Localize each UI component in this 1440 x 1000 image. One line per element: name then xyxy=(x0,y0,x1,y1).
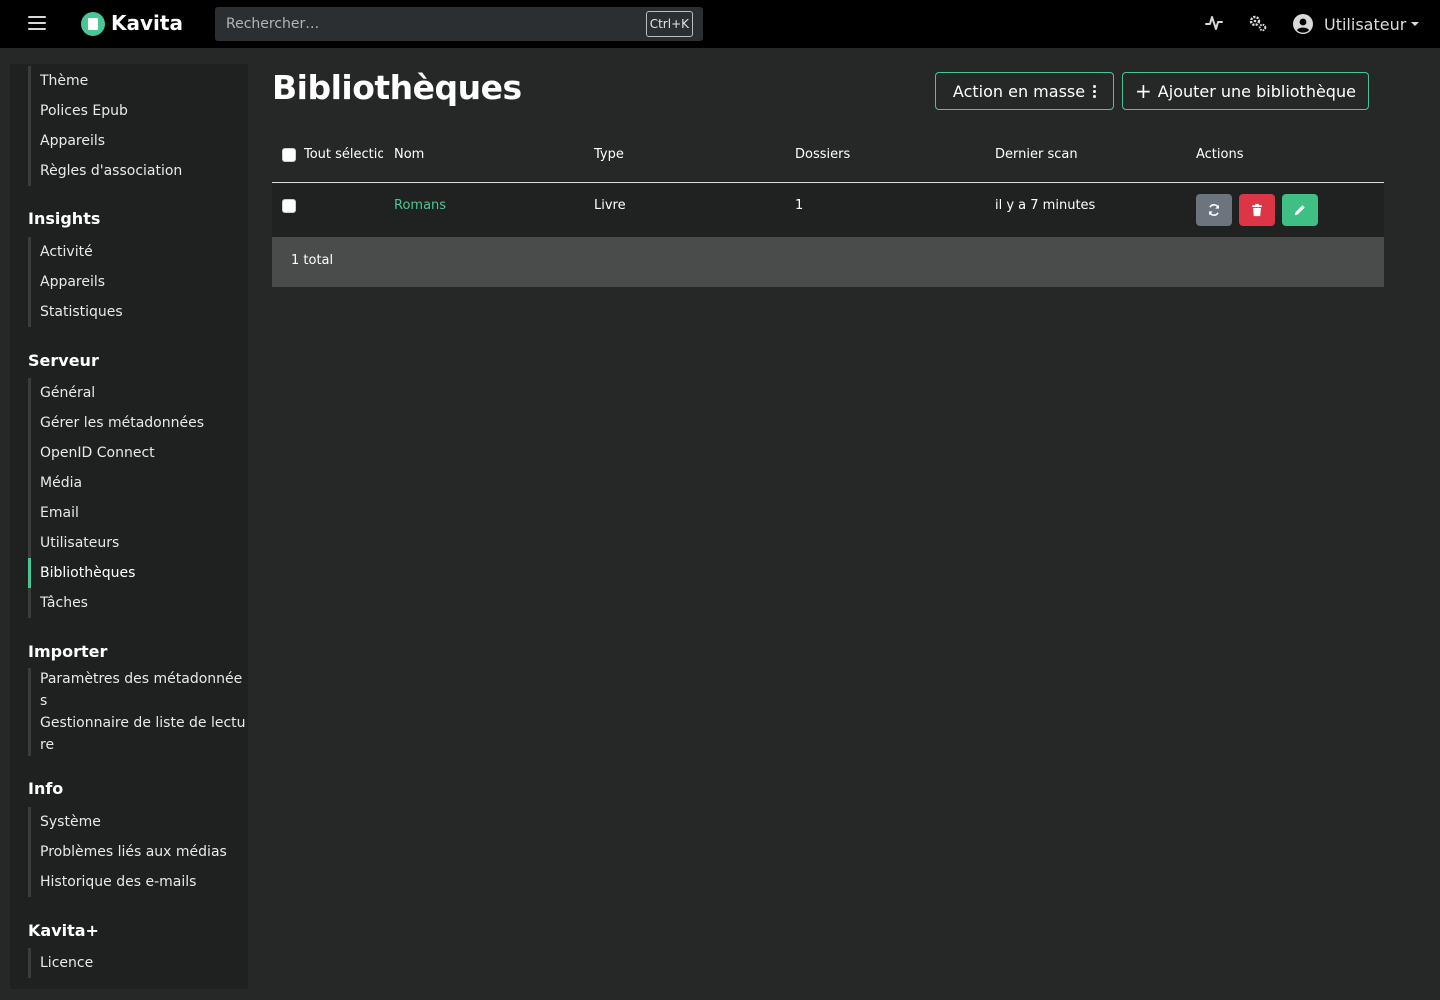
search-box: Ctrl+K xyxy=(215,7,703,41)
sidebar-item-devices[interactable]: Appareils xyxy=(31,126,182,156)
search-input[interactable] xyxy=(215,7,635,41)
edit-library-button[interactable] xyxy=(1282,194,1318,226)
sidebar-group-import: Paramètres des métadonnées Gestionnaire … xyxy=(28,668,246,756)
bulk-action-button[interactable]: Action en masse xyxy=(935,72,1114,110)
app-logo-text[interactable]: Kavita xyxy=(111,10,183,36)
library-last-scan: il y a 7 minutes xyxy=(995,198,1096,213)
libraries-table-header: Tout sélectionner Nom Type Dossiers Dern… xyxy=(272,128,1384,183)
sidebar-item-theme[interactable]: Thème xyxy=(31,66,182,96)
column-header-name[interactable]: Nom xyxy=(394,147,424,162)
sidebar-heading-kavita-plus: Kavita+ xyxy=(28,921,99,940)
sidebar-item-license[interactable]: Licence xyxy=(31,948,93,978)
refresh-icon xyxy=(1208,204,1220,216)
sidebar-item-insights-devices[interactable]: Appareils xyxy=(31,267,123,297)
sidebar-heading-server: Serveur xyxy=(28,351,99,370)
sidebar-item-general[interactable]: Général xyxy=(31,378,204,408)
sidebar-item-email-history[interactable]: Historique des e-mails xyxy=(31,867,227,897)
sidebar-item-openid-connect[interactable]: OpenID Connect xyxy=(31,438,204,468)
plus-icon: + xyxy=(1135,79,1152,103)
add-library-button[interactable]: + Ajouter une bibliothèque xyxy=(1122,72,1369,110)
sidebar-item-mapping-rules[interactable]: Règles d'association xyxy=(31,156,182,186)
cogs-icon[interactable] xyxy=(1248,13,1268,33)
sidebar-item-email[interactable]: Email xyxy=(31,498,204,528)
caret-down-icon xyxy=(1411,22,1420,26)
sidebar-item-metadata-settings[interactable]: Paramètres des métadonnées xyxy=(31,668,246,712)
user-name: Utilisateur xyxy=(1324,14,1407,34)
sidebar-heading-insights: Insights xyxy=(28,209,101,228)
sidebar-group-insights: Activité Appareils Statistiques xyxy=(28,237,123,327)
bulk-action-label: Action en masse xyxy=(952,81,1086,101)
sidebar-item-media-issues[interactable]: Problèmes liés aux médias xyxy=(31,837,227,867)
column-header-last-scan[interactable]: Dernier scan xyxy=(995,147,1078,162)
column-header-actions: Actions xyxy=(1196,147,1244,162)
column-header-folders[interactable]: Dossiers xyxy=(795,147,850,162)
search-shortcut-hint: Ctrl+K xyxy=(645,11,693,37)
library-type: Livre xyxy=(594,198,626,213)
user-circle-icon xyxy=(1293,14,1313,34)
sidebar-item-epub-fonts[interactable]: Polices Epub xyxy=(31,96,182,126)
sidebar-group-kavita-plus: Licence xyxy=(28,948,93,978)
column-header-type[interactable]: Type xyxy=(594,147,624,162)
kebab-menu-icon xyxy=(1093,84,1097,98)
sidebar-heading-import: Importer xyxy=(28,642,108,661)
sidebar-item-manage-metadata[interactable]: Gérer les métadonnées xyxy=(31,408,204,438)
sidebar-group-top: Thème Polices Epub Appareils Règles d'as… xyxy=(28,66,182,186)
sidebar-group-server: Général Gérer les métadonnées OpenID Con… xyxy=(28,378,204,618)
sidebar-item-media[interactable]: Média xyxy=(31,468,204,498)
sidebar-group-info: Système Problèmes liés aux médias Histor… xyxy=(28,807,227,897)
trash-icon xyxy=(1252,203,1262,217)
sidebar-item-tasks[interactable]: Tâches xyxy=(31,588,204,618)
sidebar-item-reading-list-manager[interactable]: Gestionnaire de liste de lecture xyxy=(31,712,246,756)
table-footer: 1 total xyxy=(272,237,1384,287)
add-library-label: Ajouter une bibliothèque xyxy=(1157,81,1356,101)
scan-library-button[interactable] xyxy=(1196,194,1232,226)
select-all-checkbox[interactable] xyxy=(282,148,296,162)
top-navbar: Kavita Ctrl+K Utilisateur xyxy=(0,0,1440,48)
pulse-icon[interactable] xyxy=(1204,13,1224,33)
kavita-logo-icon[interactable] xyxy=(81,12,105,36)
hamburger-icon[interactable] xyxy=(28,14,46,32)
total-count: 1 total xyxy=(291,253,334,268)
sidebar-item-libraries[interactable]: Bibliothèques xyxy=(28,558,204,588)
delete-library-button[interactable] xyxy=(1239,194,1275,226)
sidebar-item-users[interactable]: Utilisateurs xyxy=(31,528,204,558)
column-header-select-all: Tout sélectionner xyxy=(304,147,383,162)
pencil-icon xyxy=(1294,205,1305,216)
library-folder-count: 1 xyxy=(795,198,804,213)
sidebar-item-statistics[interactable]: Statistiques xyxy=(31,297,123,327)
row-select-checkbox[interactable] xyxy=(282,199,296,213)
settings-sidebar: Thème Polices Epub Appareils Règles d'as… xyxy=(10,64,248,989)
table-row: Romans Livre 1 il y a 7 minutes xyxy=(272,184,1384,237)
user-menu-dropdown[interactable]: Utilisateur xyxy=(1293,11,1420,37)
sidebar-item-system[interactable]: Système xyxy=(31,807,227,837)
sidebar-item-activity[interactable]: Activité xyxy=(31,237,123,267)
sidebar-heading-info: Info xyxy=(28,779,64,798)
page-title: Bibliothèques xyxy=(272,68,522,107)
library-name-link[interactable]: Romans xyxy=(394,198,446,213)
